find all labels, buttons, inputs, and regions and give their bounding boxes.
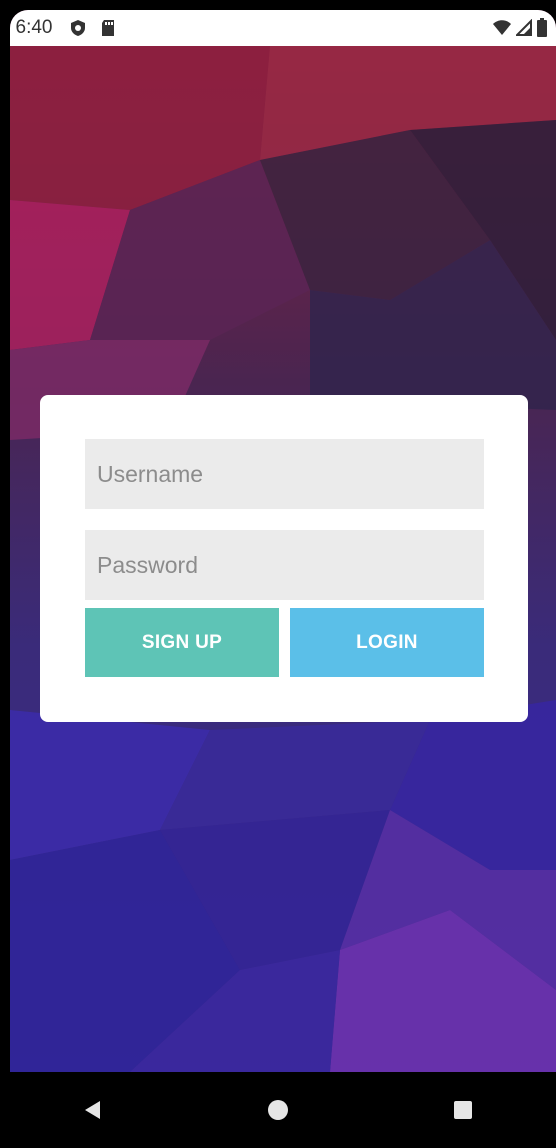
status-right-icons — [492, 18, 548, 43]
password-input[interactable] — [85, 530, 484, 600]
system-nav-bar — [0, 1072, 556, 1148]
back-icon[interactable] — [73, 1090, 113, 1130]
phone-frame: 6:40 SIGN UP — [0, 0, 556, 1148]
cell-signal-icon — [514, 18, 532, 42]
wifi-icon — [492, 19, 512, 42]
status-bar: 6:40 — [10, 10, 556, 46]
sd-card-icon — [98, 18, 118, 38]
status-time: 6:40 — [15, 17, 53, 38]
battery-icon — [536, 18, 548, 43]
shield-icon — [68, 18, 88, 38]
app-screen: 6:40 SIGN UP — [10, 10, 556, 1072]
home-icon[interactable] — [258, 1090, 298, 1130]
username-input[interactable] — [85, 439, 484, 509]
login-button[interactable]: LOGIN — [290, 608, 484, 677]
login-card: SIGN UP LOGIN — [40, 395, 528, 722]
recents-icon[interactable] — [443, 1090, 483, 1130]
sign-up-button[interactable]: SIGN UP — [85, 608, 279, 677]
